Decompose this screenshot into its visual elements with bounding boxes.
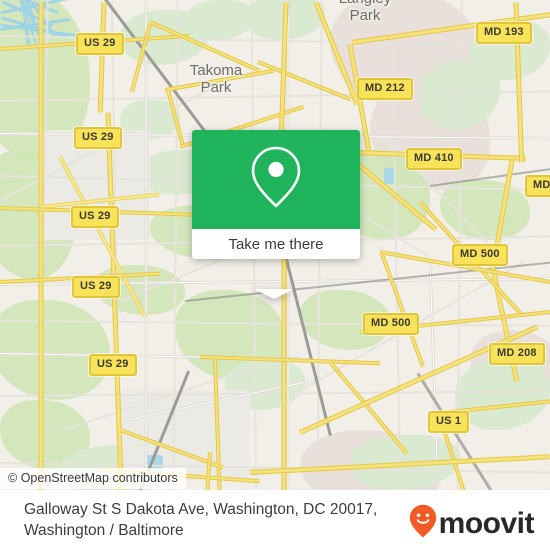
road-shield-us-29: US 29 [72,276,120,298]
road-shield-us-29: US 29 [76,33,124,55]
road-shield-md-500: MD 500 [363,313,419,335]
callout-header [192,130,360,229]
road-shield-md-193: MD 193 [476,22,532,44]
footer-bar: Galloway St S Dakota Ave, Washington, DC… [0,490,550,550]
map-attribution: © OpenStreetMap contributors [0,468,186,489]
road-shield-md-5-clipped: MD 5 [525,175,550,197]
callout-tail [254,289,294,299]
take-me-there-label: Take me there [228,235,324,253]
road-shield-md-500: MD 500 [452,244,508,266]
location-pin-icon [250,144,302,215]
openstreetmap-link[interactable]: OpenStreetMap [21,471,109,485]
moovit-logo[interactable]: moovit [409,504,535,543]
road-shield-md-410: MD 410 [406,148,462,170]
road-shield-us-29: US 29 [74,127,122,149]
take-me-there-button[interactable]: Take me there [192,229,360,259]
road-shield-us-29: US 29 [89,354,137,376]
location-callout-card[interactable]: Take me there [192,130,360,299]
address-line-2: Washington / Baltimore [24,522,184,539]
road-shield-md-212: MD 212 [357,78,413,100]
address-line-1: Galloway St S Dakota Ave, Washington, DC… [24,501,378,518]
map-canvas[interactable]: Takoma Park Langley Park US 29 US 29 US … [0,0,550,490]
attribution-copyright: © [8,471,18,485]
road-shield-us-1: US 1 [428,411,470,433]
address-caption: Galloway St S Dakota Ave, Washington, DC… [24,499,404,541]
road-shield-md-208: MD 208 [489,343,545,365]
attribution-suffix: contributors [112,471,178,485]
moovit-smiley-pin-icon [409,504,437,543]
road-shield-us-29: US 29 [71,206,119,228]
moovit-wordmark: moovit [438,506,535,540]
map-screenshot: Takoma Park Langley Park US 29 US 29 US … [0,0,550,550]
